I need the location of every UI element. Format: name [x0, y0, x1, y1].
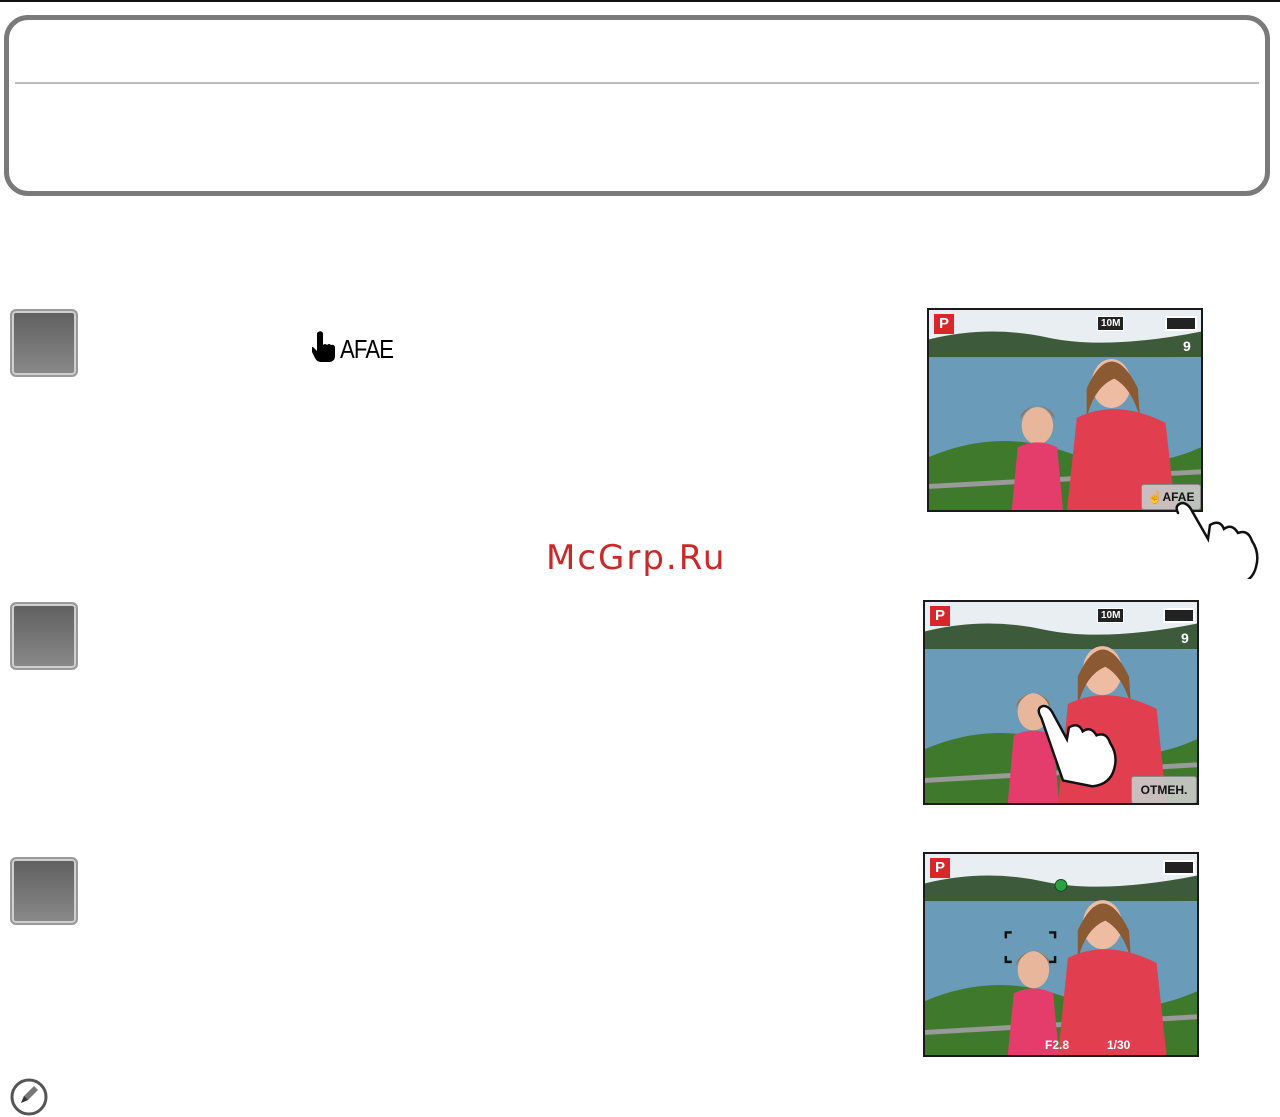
touch-hand-icon: [1175, 501, 1259, 579]
watermark-text: McGrp.Ru: [546, 538, 727, 578]
note-icon: [10, 1078, 48, 1116]
header-frame: [4, 15, 1270, 196]
step-badge-3: [10, 857, 78, 925]
afae-inline-label: AFAE: [312, 330, 402, 362]
mode-indicator: P: [934, 314, 954, 334]
aperture-value: F2.8: [1045, 1038, 1070, 1052]
resolution-indicator: 10M: [1097, 316, 1125, 331]
camera-screen-1: P 10M 9 ☝ AFAE: [927, 308, 1203, 512]
hand-pointer-icon: ☝: [1147, 490, 1163, 504]
battery-icon: [1163, 860, 1195, 875]
header-divider: [15, 82, 1259, 84]
shot-count: 9: [1181, 630, 1189, 646]
mode-indicator: P: [930, 858, 950, 878]
top-rule: [0, 0, 1280, 2]
resolution-indicator: 10M: [1097, 608, 1125, 623]
scene-image-3: [925, 854, 1197, 1055]
shutter-value: 1/30: [1107, 1038, 1131, 1052]
hand-pointer-icon: [312, 331, 335, 362]
step-badge-2: [10, 602, 78, 670]
afae-text: AFAE: [340, 334, 394, 364]
scene-image-2: [925, 602, 1197, 803]
camera-screen-3: P F2.8 1/30: [923, 852, 1199, 1057]
shot-count: 9: [1183, 338, 1191, 354]
battery-icon: [1163, 608, 1195, 623]
camera-screen-2: P 10M 9 ОТМЕН.: [923, 600, 1199, 805]
mode-indicator: P: [930, 606, 950, 626]
battery-icon: [1165, 316, 1197, 331]
step-badge-1: [10, 309, 78, 377]
cancel-button[interactable]: ОТМЕН.: [1131, 776, 1197, 803]
scene-image-1: [929, 310, 1201, 510]
